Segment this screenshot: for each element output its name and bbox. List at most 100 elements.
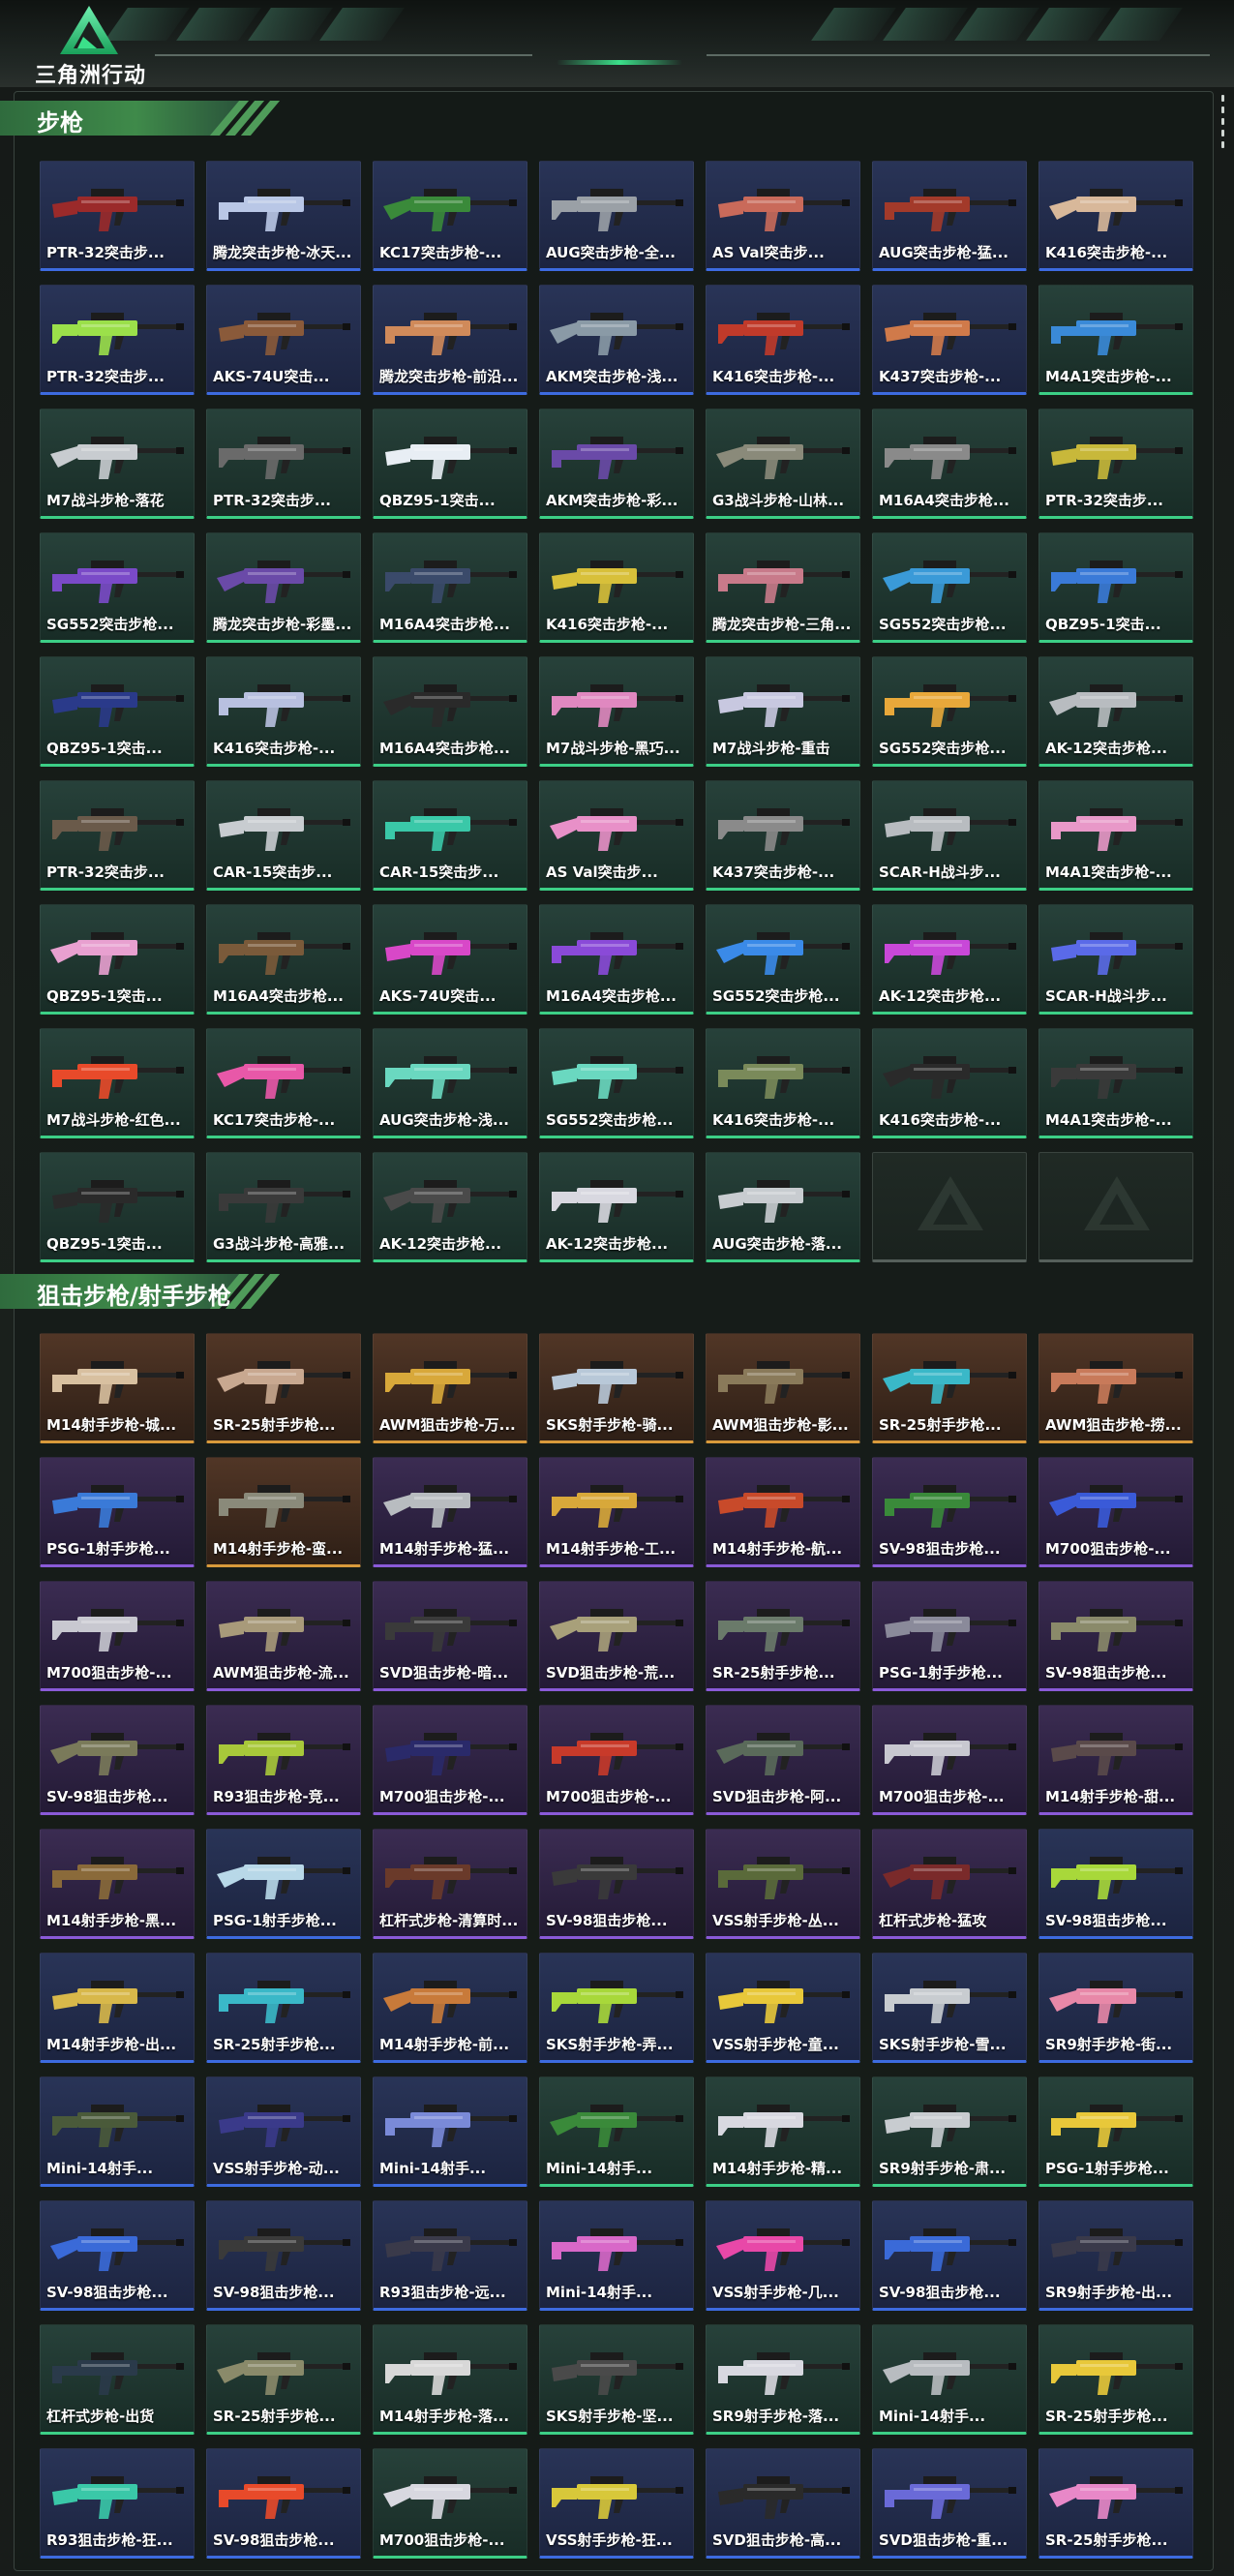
- skin-card[interactable]: SCAR-H战斗步...: [872, 780, 1027, 891]
- skin-card[interactable]: SVD狙击步枪-高...: [706, 2448, 860, 2559]
- skin-card[interactable]: AKM突击步枪-浅...: [539, 285, 694, 395]
- empty-slot[interactable]: [1038, 1152, 1193, 1262]
- skin-card[interactable]: M14射手步枪-精...: [706, 2076, 860, 2187]
- skin-card[interactable]: SR-25射手步枪...: [206, 1333, 361, 1443]
- skin-card[interactable]: SKS射手步枪-坚...: [539, 2324, 694, 2435]
- skin-card[interactable]: SKS射手步枪-雪...: [872, 1953, 1027, 2063]
- skin-card[interactable]: QBZ95-1突击...: [373, 409, 527, 519]
- skin-card[interactable]: AK-12突击步枪...: [539, 1152, 694, 1262]
- skin-card[interactable]: R93狙击步枪-竞...: [206, 1705, 361, 1815]
- skin-card[interactable]: Mini-14射手...: [539, 2200, 694, 2311]
- skin-card[interactable]: M14射手步枪-城...: [40, 1333, 195, 1443]
- skin-card[interactable]: SR9射手步枪-落...: [706, 2324, 860, 2435]
- skin-card[interactable]: M700狙击步枪-...: [1038, 1457, 1193, 1567]
- skin-card[interactable]: VSS射手步枪-丛...: [706, 1829, 860, 1939]
- skin-card[interactable]: M14射手步枪-落...: [373, 2324, 527, 2435]
- skin-card[interactable]: M14射手步枪-猛...: [373, 1457, 527, 1567]
- skin-card[interactable]: Mini-14射手...: [539, 2076, 694, 2187]
- skin-card[interactable]: M700狙击步枪-...: [373, 1705, 527, 1815]
- skin-card[interactable]: PTR-32突击步...: [40, 161, 195, 271]
- skin-card[interactable]: Mini-14射手...: [872, 2324, 1027, 2435]
- skin-card[interactable]: K437突击步枪-...: [872, 285, 1027, 395]
- skin-card[interactable]: M14射手步枪-蛮...: [206, 1457, 361, 1567]
- skin-card[interactable]: AK-12突击步枪...: [1038, 656, 1193, 767]
- skin-card[interactable]: K437突击步枪-...: [706, 780, 860, 891]
- skin-card[interactable]: M7战斗步枪-黑巧...: [539, 656, 694, 767]
- skin-card[interactable]: R93狙击步枪-狂...: [40, 2448, 195, 2559]
- skin-card[interactable]: 杠杆式步枪-清算时...: [373, 1829, 527, 1939]
- skin-card[interactable]: SR-25射手步枪...: [206, 2324, 361, 2435]
- skin-card[interactable]: M700狙击步枪-...: [373, 2448, 527, 2559]
- skin-card[interactable]: SVD狙击步枪-暗...: [373, 1581, 527, 1691]
- skin-card[interactable]: SV-98狙击步枪...: [1038, 1581, 1193, 1691]
- skin-card[interactable]: M700狙击步枪-...: [539, 1705, 694, 1815]
- skin-card[interactable]: M14射手步枪-工...: [539, 1457, 694, 1567]
- skin-card[interactable]: M700狙击步枪-...: [872, 1705, 1027, 1815]
- skin-card[interactable]: SG552突击步枪...: [539, 1028, 694, 1138]
- skin-card[interactable]: PSG-1射手步枪...: [872, 1581, 1027, 1691]
- skin-card[interactable]: 杠杆式步枪-出货: [40, 2324, 195, 2435]
- skin-card[interactable]: SR9射手步枪-街...: [1038, 1953, 1193, 2063]
- skin-card[interactable]: CAR-15突击步...: [373, 780, 527, 891]
- skin-card[interactable]: SR-25射手步枪...: [706, 1581, 860, 1691]
- skin-card[interactable]: M4A1突击步枪-...: [1038, 780, 1193, 891]
- skin-card[interactable]: M16A4突击步枪...: [373, 532, 527, 643]
- skin-card[interactable]: K416突击步枪-...: [706, 285, 860, 395]
- skin-card[interactable]: M16A4突击步枪...: [539, 904, 694, 1015]
- skin-card[interactable]: AKM突击步枪-彩...: [539, 409, 694, 519]
- skin-card[interactable]: Mini-14射手...: [40, 2076, 195, 2187]
- skin-card[interactable]: M14射手步枪-甜...: [1038, 1705, 1193, 1815]
- skin-card[interactable]: PSG-1射手步枪...: [40, 1457, 195, 1567]
- skin-card[interactable]: VSS射手步枪-几...: [706, 2200, 860, 2311]
- skin-card[interactable]: PSG-1射手步枪...: [206, 1829, 361, 1939]
- skin-card[interactable]: 杠杆式步枪-猛攻: [872, 1829, 1027, 1939]
- skin-card[interactable]: 腾龙突击步枪-彩墨...: [206, 532, 361, 643]
- skin-card[interactable]: 腾龙突击步枪-冰天...: [206, 161, 361, 271]
- skin-card[interactable]: Mini-14射手...: [373, 2076, 527, 2187]
- skin-card[interactable]: AS Val突击步...: [706, 161, 860, 271]
- skin-card[interactable]: AUG突击步枪-浅...: [373, 1028, 527, 1138]
- skin-card[interactable]: SR-25射手步枪...: [1038, 2324, 1193, 2435]
- skin-card[interactable]: SG552突击步枪...: [872, 532, 1027, 643]
- skin-card[interactable]: M7战斗步枪-重击: [706, 656, 860, 767]
- skin-card[interactable]: SR-25射手步枪...: [1038, 2448, 1193, 2559]
- skin-card[interactable]: M16A4突击步枪...: [373, 656, 527, 767]
- skin-card[interactable]: SV-98狙击步枪...: [40, 1705, 195, 1815]
- skin-card[interactable]: SR-25射手步枪...: [872, 1333, 1027, 1443]
- skin-card[interactable]: SG552突击步枪...: [40, 532, 195, 643]
- skin-card[interactable]: AWM狙击步枪-万...: [373, 1333, 527, 1443]
- skin-card[interactable]: M7战斗步枪-落花: [40, 409, 195, 519]
- skin-card[interactable]: SV-98狙击步枪...: [872, 1457, 1027, 1567]
- skin-card[interactable]: M7战斗步枪-红色...: [40, 1028, 195, 1138]
- skin-card[interactable]: R93狙击步枪-远...: [373, 2200, 527, 2311]
- skin-card[interactable]: PTR-32突击步...: [40, 780, 195, 891]
- skin-card[interactable]: SG552突击步枪...: [706, 904, 860, 1015]
- skin-card[interactable]: AUG突击步枪-猛...: [872, 161, 1027, 271]
- skin-card[interactable]: AK-12突击步枪...: [872, 904, 1027, 1015]
- skin-card[interactable]: SV-98狙击步枪...: [206, 2200, 361, 2311]
- skin-card[interactable]: K416突击步枪-...: [1038, 161, 1193, 271]
- skin-card[interactable]: AKS-74U突击...: [206, 285, 361, 395]
- skin-card[interactable]: M16A4突击步枪...: [206, 904, 361, 1015]
- skin-card[interactable]: K416突击步枪-...: [872, 1028, 1027, 1138]
- skin-card[interactable]: VSS射手步枪-童...: [706, 1953, 860, 2063]
- skin-card[interactable]: PTR-32突击步...: [40, 285, 195, 395]
- skin-card[interactable]: AUG突击步枪-落...: [706, 1152, 860, 1262]
- skin-card[interactable]: QBZ95-1突击...: [40, 1152, 195, 1262]
- skin-card[interactable]: AWM狙击步枪-流...: [206, 1581, 361, 1691]
- skin-card[interactable]: SG552突击步枪...: [872, 656, 1027, 767]
- skin-card[interactable]: SVD狙击步枪-阿...: [706, 1705, 860, 1815]
- skin-card[interactable]: VSS射手步枪-狂...: [539, 2448, 694, 2559]
- skin-card[interactable]: SV-98狙击步枪...: [539, 1829, 694, 1939]
- skin-card[interactable]: AWM狙击步枪-影...: [706, 1333, 860, 1443]
- skin-card[interactable]: SR9射手步枪-肃...: [872, 2076, 1027, 2187]
- skin-card[interactable]: 腾龙突击步枪-前沿...: [373, 285, 527, 395]
- skin-card[interactable]: K416突击步枪-...: [706, 1028, 860, 1138]
- skin-card[interactable]: M14射手步枪-前...: [373, 1953, 527, 2063]
- skin-card[interactable]: PSG-1射手步枪...: [1038, 2076, 1193, 2187]
- skin-card[interactable]: G3战斗步枪-山林...: [706, 409, 860, 519]
- skin-card[interactable]: M700狙击步枪-...: [40, 1581, 195, 1691]
- skin-card[interactable]: SR-25射手步枪...: [206, 1953, 361, 2063]
- skin-card[interactable]: QBZ95-1突击...: [1038, 532, 1193, 643]
- skin-card[interactable]: K416突击步枪-...: [539, 532, 694, 643]
